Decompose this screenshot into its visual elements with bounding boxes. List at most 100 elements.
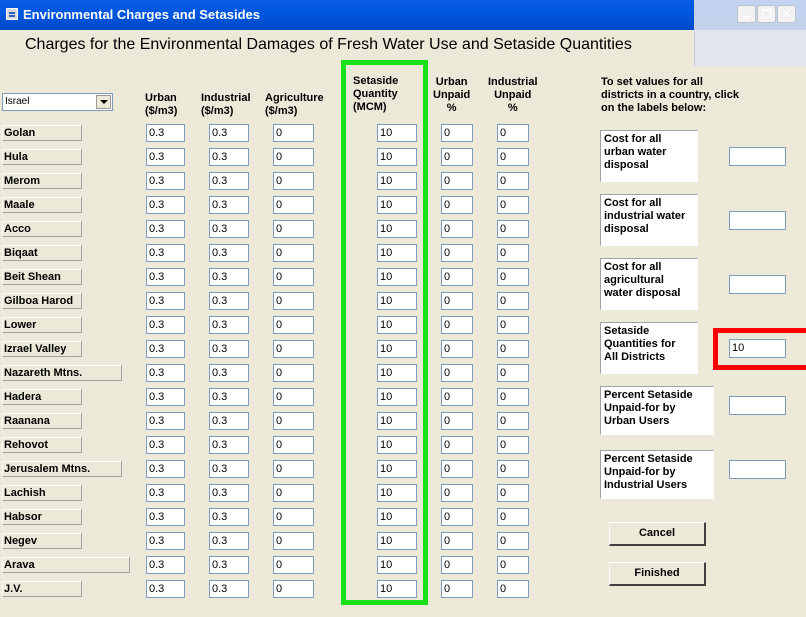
urban-unpaid-input[interactable]: 0 (441, 508, 473, 526)
industrial-unpaid-input[interactable]: 0 (497, 268, 529, 286)
urban-charge-input[interactable]: 0.3 (146, 508, 185, 526)
industrial-unpaid-input[interactable]: 0 (497, 412, 529, 430)
setaside-quantity-input[interactable]: 10 (377, 556, 417, 574)
urban-charge-input[interactable]: 0.3 (146, 124, 185, 142)
setaside-quantity-input[interactable]: 10 (377, 508, 417, 526)
set-all-setaside-quantity-input[interactable]: 10 (729, 339, 786, 358)
setaside-quantity-input[interactable]: 10 (377, 412, 417, 430)
setaside-quantity-input[interactable]: 10 (377, 316, 417, 334)
urban-unpaid-input[interactable]: 0 (441, 196, 473, 214)
agriculture-charge-input[interactable]: 0 (273, 340, 314, 358)
agriculture-charge-input[interactable]: 0 (273, 508, 314, 526)
setaside-quantity-input[interactable]: 10 (377, 460, 417, 478)
urban-charge-input[interactable]: 0.3 (146, 196, 185, 214)
industrial-charge-input[interactable]: 0.3 (209, 124, 249, 142)
urban-unpaid-input[interactable]: 0 (441, 580, 473, 598)
industrial-unpaid-input[interactable]: 0 (497, 532, 529, 550)
urban-charge-input[interactable]: 0.3 (146, 532, 185, 550)
industrial-unpaid-input[interactable]: 0 (497, 388, 529, 406)
urban-unpaid-input[interactable]: 0 (441, 292, 473, 310)
industrial-unpaid-input[interactable]: 0 (497, 340, 529, 358)
agriculture-charge-input[interactable]: 0 (273, 388, 314, 406)
urban-charge-input[interactable]: 0.3 (146, 172, 185, 190)
industrial-charge-input[interactable]: 0.3 (209, 172, 249, 190)
set-all-industrial-cost-label[interactable]: Cost for all industrial water disposal (600, 194, 698, 246)
urban-unpaid-input[interactable]: 0 (441, 556, 473, 574)
agriculture-charge-input[interactable]: 0 (273, 556, 314, 574)
urban-unpaid-input[interactable]: 0 (441, 268, 473, 286)
agriculture-charge-input[interactable]: 0 (273, 124, 314, 142)
industrial-unpaid-input[interactable]: 0 (497, 220, 529, 238)
agriculture-charge-input[interactable]: 0 (273, 484, 314, 502)
urban-charge-input[interactable]: 0.3 (146, 220, 185, 238)
industrial-charge-input[interactable]: 0.3 (209, 388, 249, 406)
country-select[interactable]: Israel (2, 93, 113, 111)
setaside-quantity-input[interactable]: 10 (377, 244, 417, 262)
setaside-quantity-input[interactable]: 10 (377, 436, 417, 454)
industrial-charge-input[interactable]: 0.3 (209, 532, 249, 550)
industrial-charge-input[interactable]: 0.3 (209, 484, 249, 502)
app-icon[interactable] (6, 8, 18, 20)
urban-unpaid-input[interactable]: 0 (441, 340, 473, 358)
industrial-charge-input[interactable]: 0.3 (209, 580, 249, 598)
industrial-unpaid-input[interactable]: 0 (497, 172, 529, 190)
urban-charge-input[interactable]: 0.3 (146, 364, 185, 382)
agriculture-charge-input[interactable]: 0 (273, 268, 314, 286)
urban-charge-input[interactable]: 0.3 (146, 580, 185, 598)
urban-charge-input[interactable]: 0.3 (146, 148, 185, 166)
setaside-quantity-input[interactable]: 10 (377, 580, 417, 598)
urban-charge-input[interactable]: 0.3 (146, 316, 185, 334)
set-all-urban-cost-label[interactable]: Cost for all urban water disposal (600, 130, 698, 182)
agriculture-charge-input[interactable]: 0 (273, 172, 314, 190)
setaside-quantity-input[interactable]: 10 (377, 124, 417, 142)
setaside-quantity-input[interactable]: 10 (377, 340, 417, 358)
maximize-button[interactable] (757, 5, 776, 23)
industrial-unpaid-input[interactable]: 0 (497, 148, 529, 166)
industrial-charge-input[interactable]: 0.3 (209, 244, 249, 262)
industrial-charge-input[interactable]: 0.3 (209, 220, 249, 238)
agriculture-charge-input[interactable]: 0 (273, 196, 314, 214)
urban-unpaid-input[interactable]: 0 (441, 124, 473, 142)
urban-charge-input[interactable]: 0.3 (146, 484, 185, 502)
urban-unpaid-input[interactable]: 0 (441, 412, 473, 430)
finished-button[interactable]: Finished (609, 562, 706, 586)
industrial-charge-input[interactable]: 0.3 (209, 460, 249, 478)
industrial-unpaid-input[interactable]: 0 (497, 508, 529, 526)
industrial-unpaid-input[interactable]: 0 (497, 580, 529, 598)
setaside-quantity-input[interactable]: 10 (377, 364, 417, 382)
urban-charge-input[interactable]: 0.3 (146, 388, 185, 406)
set-all-urban-unpaid-label[interactable]: Percent Setaside Unpaid-for by Urban Users (600, 386, 714, 435)
set-all-industrial-cost-input[interactable] (729, 211, 786, 230)
industrial-unpaid-input[interactable]: 0 (497, 292, 529, 310)
close-button[interactable] (777, 5, 796, 23)
setaside-quantity-input[interactable]: 10 (377, 292, 417, 310)
urban-unpaid-input[interactable]: 0 (441, 436, 473, 454)
industrial-unpaid-input[interactable]: 0 (497, 460, 529, 478)
urban-charge-input[interactable]: 0.3 (146, 460, 185, 478)
urban-unpaid-input[interactable]: 0 (441, 244, 473, 262)
agriculture-charge-input[interactable]: 0 (273, 436, 314, 454)
urban-charge-input[interactable]: 0.3 (146, 412, 185, 430)
urban-charge-input[interactable]: 0.3 (146, 292, 185, 310)
urban-unpaid-input[interactable]: 0 (441, 220, 473, 238)
urban-unpaid-input[interactable]: 0 (441, 364, 473, 382)
agriculture-charge-input[interactable]: 0 (273, 244, 314, 262)
setaside-quantity-input[interactable]: 10 (377, 220, 417, 238)
industrial-unpaid-input[interactable]: 0 (497, 556, 529, 574)
industrial-charge-input[interactable]: 0.3 (209, 436, 249, 454)
chevron-down-icon[interactable] (96, 95, 111, 109)
industrial-charge-input[interactable]: 0.3 (209, 364, 249, 382)
urban-unpaid-input[interactable]: 0 (441, 388, 473, 406)
urban-unpaid-input[interactable]: 0 (441, 484, 473, 502)
minimize-button[interactable] (737, 5, 756, 23)
urban-charge-input[interactable]: 0.3 (146, 268, 185, 286)
urban-unpaid-input[interactable]: 0 (441, 316, 473, 334)
agriculture-charge-input[interactable]: 0 (273, 460, 314, 478)
set-all-urban-unpaid-input[interactable] (729, 396, 786, 415)
agriculture-charge-input[interactable]: 0 (273, 580, 314, 598)
industrial-unpaid-input[interactable]: 0 (497, 484, 529, 502)
industrial-unpaid-input[interactable]: 0 (497, 196, 529, 214)
setaside-quantity-input[interactable]: 10 (377, 148, 417, 166)
set-all-agricultural-cost-label[interactable]: Cost for all agricultural water disposal (600, 258, 698, 310)
industrial-charge-input[interactable]: 0.3 (209, 508, 249, 526)
